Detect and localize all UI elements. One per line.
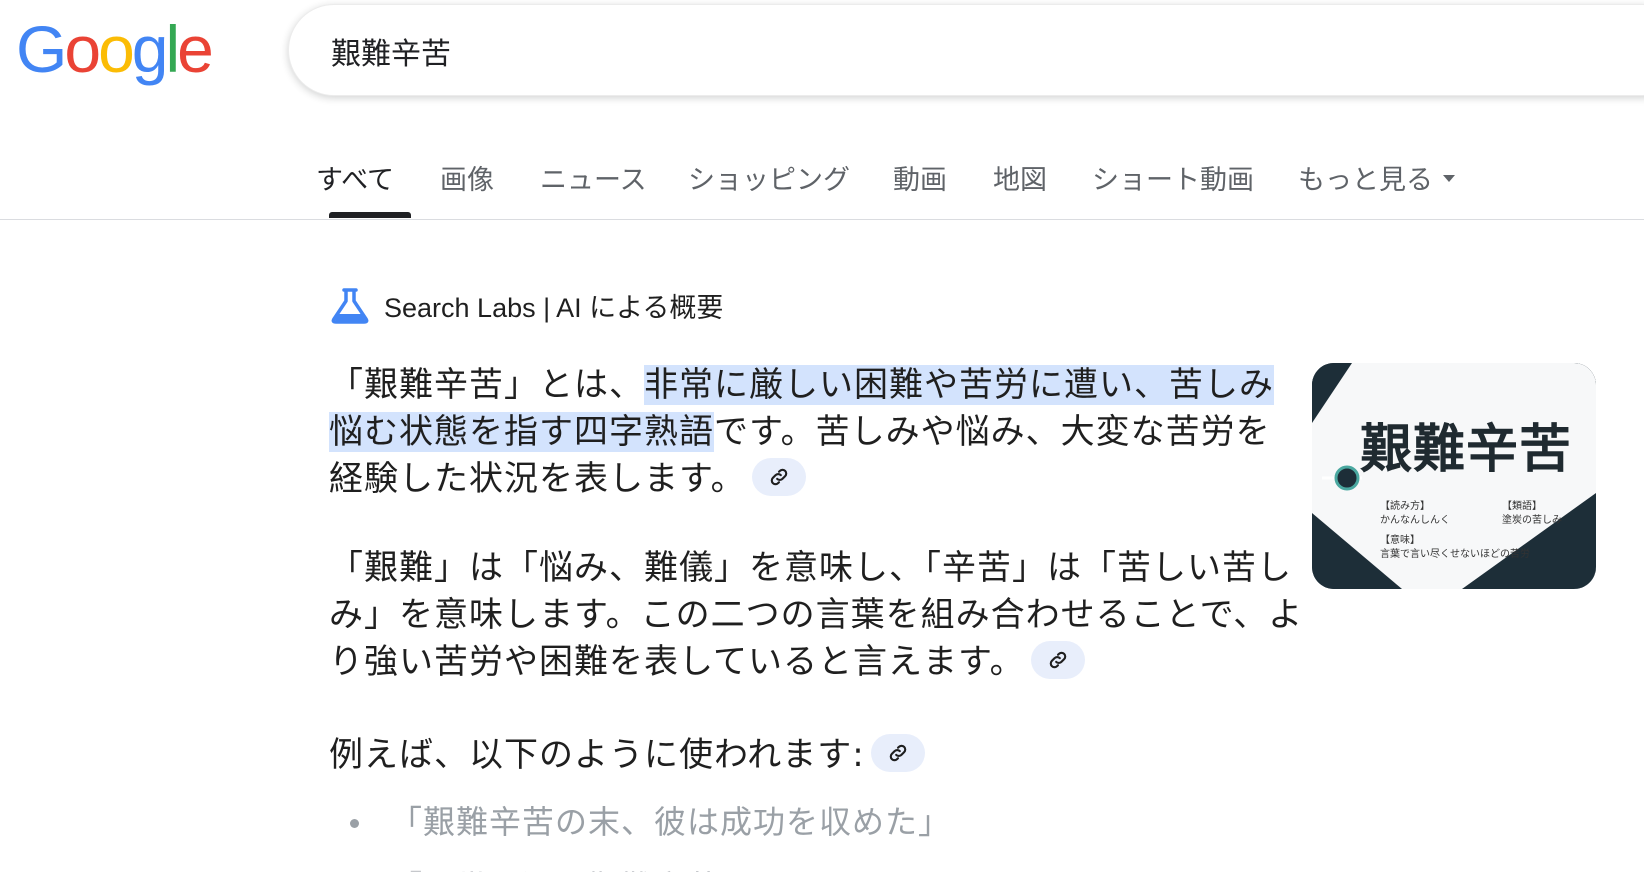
p3-text: 例えば、以下のように使われます: <box>329 735 865 775</box>
tab-maps[interactable]: 地図 <box>993 158 1047 197</box>
ai-overview-header: Search Labs | AI による概要 <box>330 286 723 325</box>
tab-more[interactable]: もっと見る <box>1298 158 1455 197</box>
thumbnail-value: 言葉で言い尽くせないほどの苦労 <box>1380 549 1530 560</box>
tab-videos[interactable]: 動画 <box>893 158 947 197</box>
thumbnail-value: かんなんしんく <box>1380 515 1450 526</box>
logo-letter: e <box>177 12 214 86</box>
ai-overview-paragraph: 例えば、以下のように使われます: <box>329 732 1289 779</box>
search-box[interactable] <box>288 4 1644 96</box>
search-input[interactable] <box>331 33 1331 68</box>
ai-overview-paragraph: 「艱難辛苦」とは、非常に厳しい困難や苦労に遭い、苦しみ悩む状態を指す四字熟語です… <box>329 362 1289 503</box>
flask-icon <box>331 287 369 324</box>
logo-letter: G <box>16 12 67 86</box>
link-icon <box>770 468 787 485</box>
example-list: 「艱難辛苦の末、彼は成功を収めた」 <box>350 800 951 844</box>
citation-link-button[interactable] <box>870 733 925 772</box>
result-thumbnail[interactable]: 艱難辛苦 【読み方】 かんなんしんく 【類語】 塗炭の苦しみ 【意味】 言葉で言… <box>1312 363 1596 589</box>
tab-shopping[interactable]: ショッピング <box>688 158 850 197</box>
tab-more-label: もっと見る <box>1298 165 1433 196</box>
logo-letter: o <box>98 12 135 86</box>
list-item-text: 「艱難辛苦の末、彼は成功を収めた」 <box>390 803 952 841</box>
link-icon <box>1049 651 1066 668</box>
logo-letter: g <box>131 12 169 86</box>
tab-news[interactable]: ニュース <box>540 158 647 197</box>
thumbnail-label: 【意味】 <box>1380 535 1420 546</box>
list-item-cut-off: 「三世の辺の艱難辛苦をもたらされた」 <box>390 862 984 872</box>
ai-overview-title: Search Labs | AI による概要 <box>384 293 724 323</box>
tab-short-videos[interactable]: ショート動画 <box>1092 158 1254 197</box>
link-icon <box>889 744 907 761</box>
list-item: 「艱難辛苦の末、彼は成功を収めた」 <box>350 800 951 844</box>
logo-letter: l <box>165 12 181 86</box>
thumbnail-label: 【読み方】 <box>1380 501 1430 512</box>
thumbnail-title: 艱難辛苦 <box>1360 420 1573 480</box>
active-tab-indicator <box>329 212 411 218</box>
thumbnail-label: 【類語】 <box>1502 501 1542 512</box>
search-tabs: すべて 画像 ニュース ショッピング 動画 地図 ショート動画 もっと見る <box>0 140 1644 220</box>
bullet-dot <box>350 819 359 828</box>
logo-letter: o <box>64 12 101 86</box>
thumbnail-value: 塗炭の苦しみ <box>1502 515 1562 526</box>
caret-down-icon <box>1443 175 1455 182</box>
google-logo[interactable]: Google <box>16 12 214 86</box>
tab-all[interactable]: すべて <box>316 158 394 197</box>
tab-images[interactable]: 画像 <box>440 158 494 197</box>
citation-link-button[interactable] <box>1030 640 1085 679</box>
citation-link-button[interactable] <box>751 457 806 496</box>
p2-text: 「艱難」は「悩み、難儀」を意味し、「辛苦」は「苦しい苦しみ」を意味します。この二… <box>329 548 1304 682</box>
p1-text: 「艱難辛苦」とは、 <box>329 365 644 405</box>
ai-overview-paragraph: 「艱難」は「悩み、難儀」を意味し、「辛苦」は「苦しい苦しみ」を意味します。この二… <box>329 545 1329 686</box>
